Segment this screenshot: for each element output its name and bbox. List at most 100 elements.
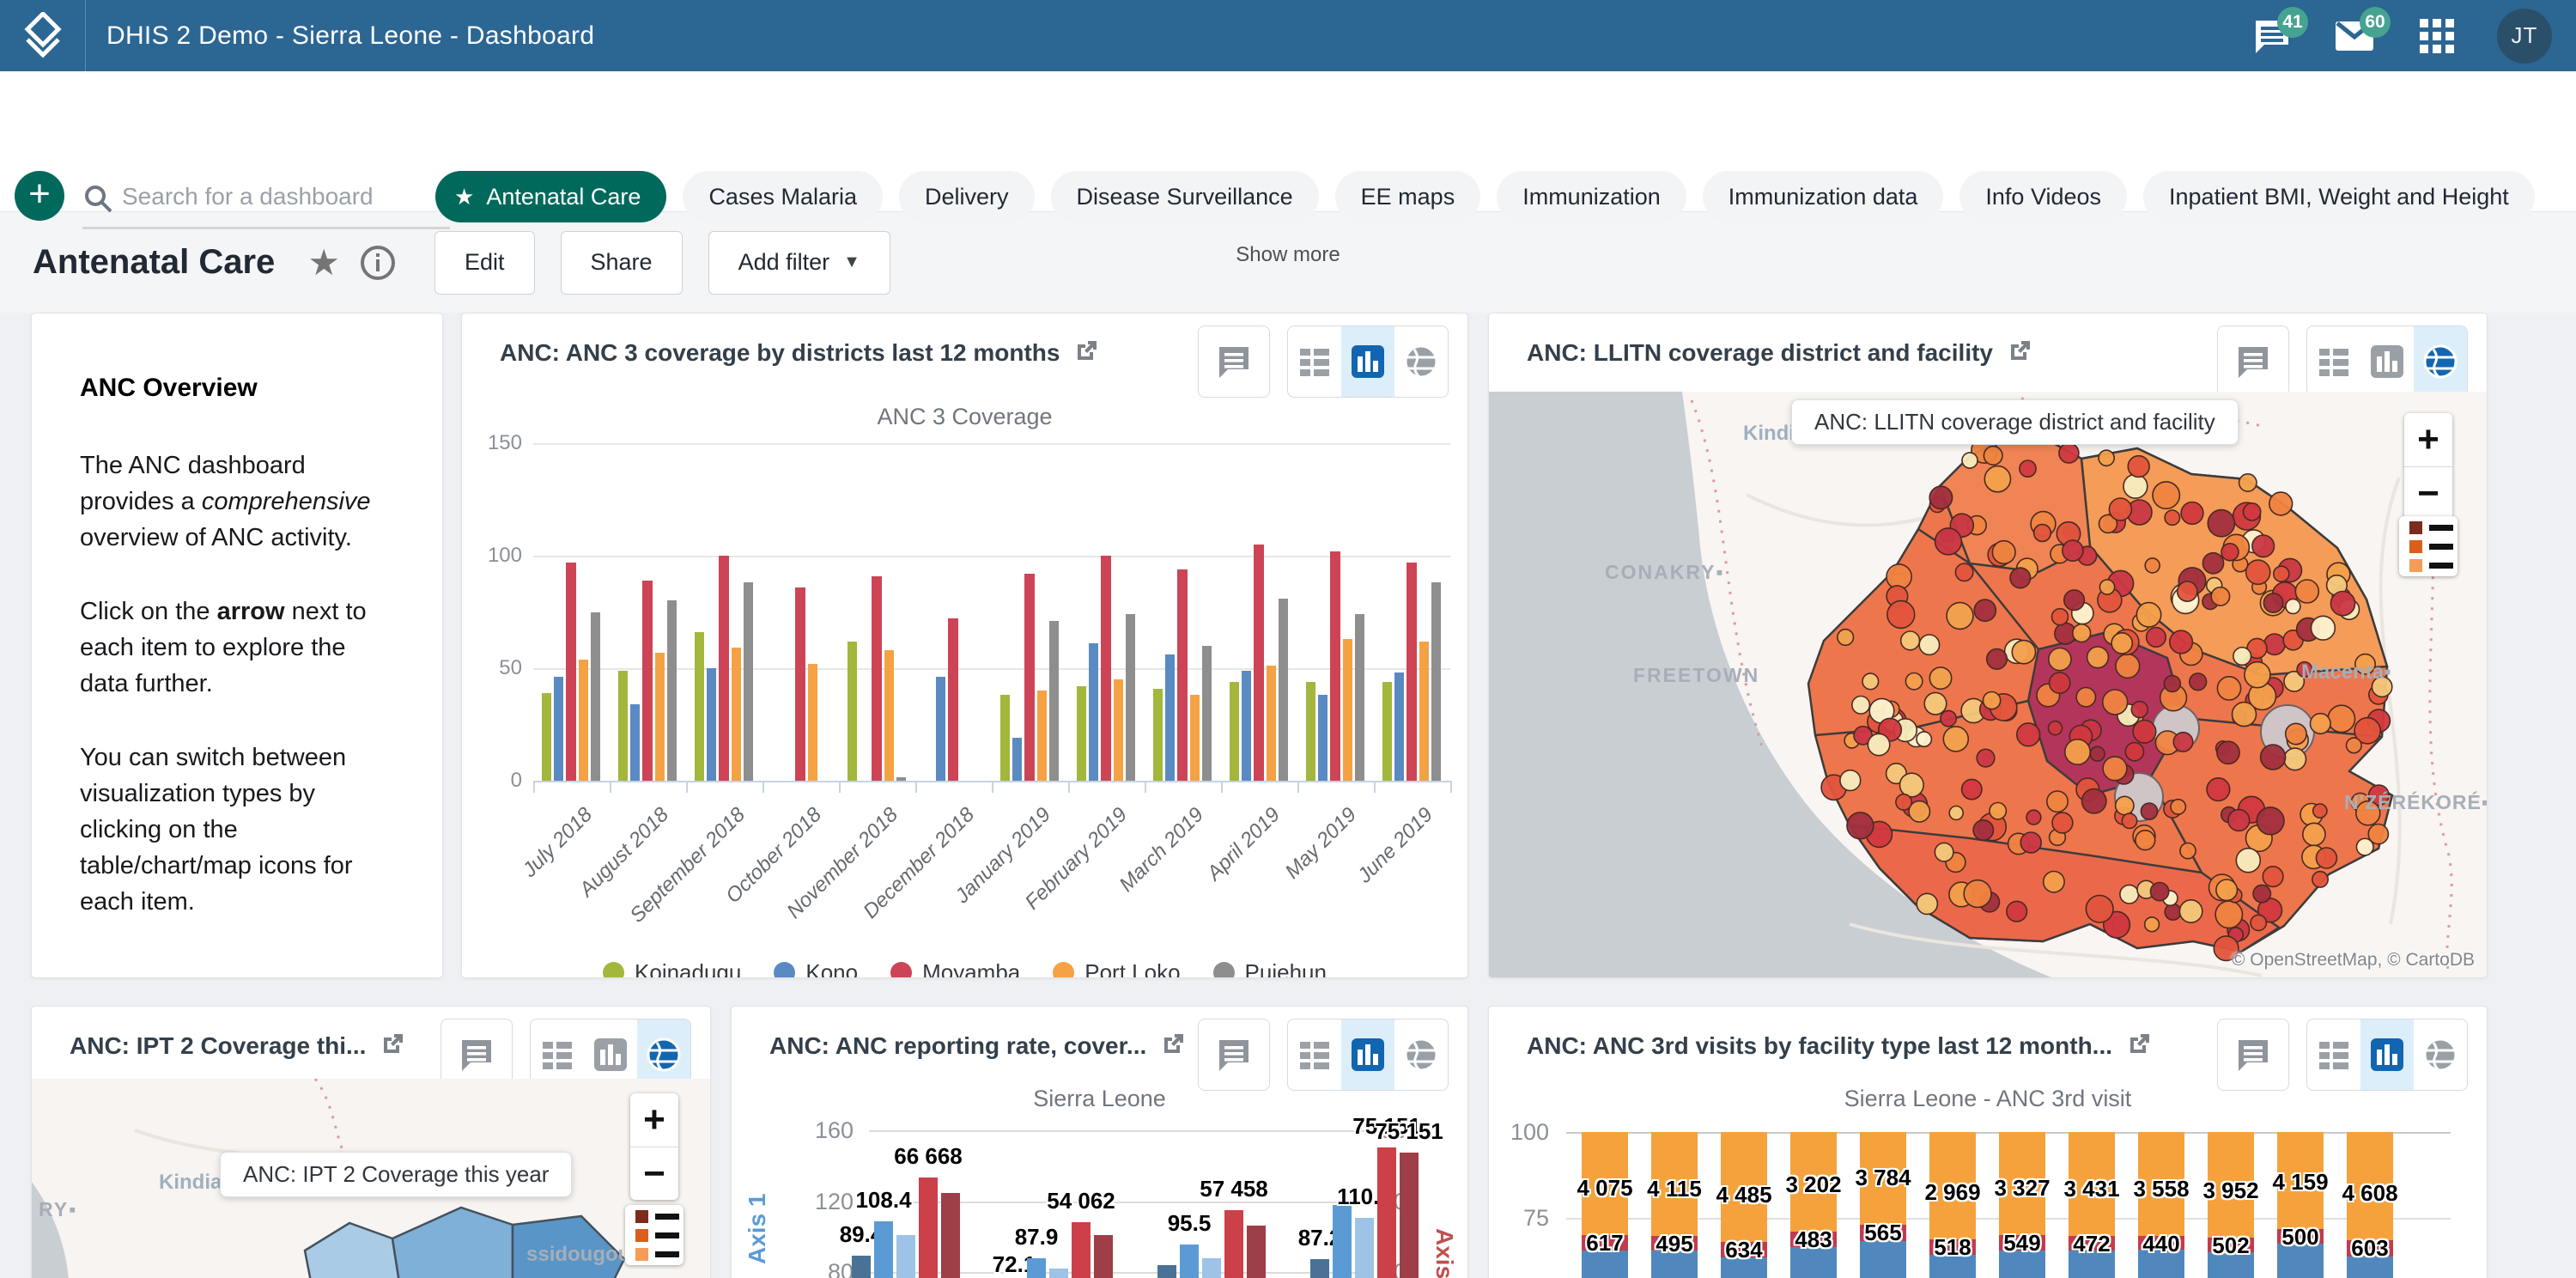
stack-bottom-segment[interactable] [1860, 1241, 1906, 1278]
avatar[interactable]: JT [2497, 9, 2552, 64]
bar-koinadugu[interactable] [1000, 695, 1010, 781]
bar-series-5[interactable] [1247, 1226, 1266, 1278]
bar-series-3[interactable] [896, 1235, 915, 1278]
bar-port-loko[interactable] [1419, 642, 1429, 781]
table-view-button[interactable] [2307, 326, 2360, 397]
bar-port-loko[interactable] [732, 648, 741, 781]
bar-koinadugu[interactable] [542, 693, 551, 781]
bar-series-4[interactable] [1224, 1210, 1243, 1278]
bar-kono[interactable] [936, 677, 945, 781]
bar-series-4[interactable] [919, 1178, 938, 1278]
legend-item-port-loko[interactable]: Port Loko [1053, 959, 1180, 978]
bar-series-4[interactable] [1072, 1222, 1091, 1278]
dashboard-chip-disease-surveillance[interactable]: Disease Surveillance [1051, 171, 1319, 222]
new-dashboard-button[interactable]: + [15, 171, 64, 221]
zoom-out-button[interactable]: − [630, 1147, 678, 1200]
bar-moyamba[interactable] [948, 618, 957, 781]
dashboard-chip-immunization-data[interactable]: Immunization data [1703, 171, 1944, 222]
bar-series-5[interactable] [1094, 1235, 1113, 1278]
bar-moyamba[interactable] [1024, 574, 1034, 781]
comments-button[interactable] [2217, 326, 2289, 398]
bar-koinadugu[interactable] [1153, 689, 1163, 781]
bar-moyamba[interactable] [1254, 545, 1263, 781]
bar-pujehun[interactable] [667, 600, 677, 781]
legend-item-pujehun[interactable]: Pujehun [1213, 959, 1327, 978]
bar-koinadugu[interactable] [1382, 682, 1392, 781]
dashboard-chip-ee-maps[interactable]: EE maps [1335, 171, 1481, 222]
bar-series-2[interactable] [1027, 1258, 1046, 1278]
bar-koinadugu[interactable] [695, 632, 704, 781]
dashboard-chip-antenatal-care[interactable]: ★Antenatal Care [435, 171, 666, 222]
bar-port-loko[interactable] [655, 653, 665, 781]
bar-moyamba[interactable] [1406, 563, 1416, 781]
bar-port-loko[interactable] [884, 650, 894, 781]
zoom-in-button[interactable]: + [2404, 413, 2452, 466]
bar-pujehun[interactable] [1202, 646, 1212, 781]
bar-kono[interactable] [1394, 672, 1404, 781]
bar-series-2[interactable] [1333, 1205, 1352, 1278]
legend-item-kono[interactable]: Kono [774, 959, 858, 978]
bar-port-loko[interactable] [1343, 639, 1352, 781]
llitn-map-canvas[interactable]: CONAKRY▪Kissidougou▪FREETOWNKindia▪Macen… [1489, 392, 2488, 978]
dashboard-chip-inpatient-bmi-weight-and-height[interactable]: Inpatient BMI, Weight and Height [2143, 171, 2535, 222]
bar-moyamba[interactable] [872, 576, 881, 781]
map-legend-button[interactable] [2399, 516, 2458, 576]
zoom-in-button[interactable]: + [630, 1093, 678, 1147]
bar-moyamba[interactable] [1177, 569, 1187, 781]
bar-kono[interactable] [1165, 654, 1175, 781]
chart-view-button[interactable] [2360, 326, 2414, 397]
bar-series-3[interactable] [1355, 1218, 1374, 1278]
ipt2-map-canvas[interactable]: Kindia▪RY▪ssidougou▪ ANC: IPT 2 Coverage… [32, 1079, 711, 1278]
bar-series-5[interactable] [941, 1193, 960, 1278]
bar-pujehun[interactable] [896, 777, 906, 781]
open-in-app-icon[interactable] [2008, 339, 2032, 367]
bar-port-loko[interactable] [579, 660, 588, 781]
bar-koinadugu[interactable] [618, 671, 628, 781]
bar-kono[interactable] [1318, 695, 1327, 781]
bar-series-2[interactable] [874, 1221, 893, 1278]
bar-moyamba[interactable] [642, 581, 652, 781]
mail-icon[interactable]: 60 [2332, 14, 2377, 58]
zoom-out-button[interactable]: − [2404, 466, 2452, 520]
show-more-link[interactable]: Show more [0, 243, 2576, 267]
messages-icon[interactable]: 41 [2250, 14, 2294, 58]
bar-kono[interactable] [1242, 671, 1251, 781]
bar-series-5[interactable] [1400, 1153, 1419, 1278]
bar-kono[interactable] [1089, 643, 1098, 781]
bar-koinadugu[interactable] [848, 642, 857, 781]
bar-koinadugu[interactable] [1230, 682, 1239, 781]
dashboard-chip-cases-malaria[interactable]: Cases Malaria [683, 171, 883, 222]
bar-series-3[interactable] [1049, 1269, 1068, 1278]
bar-kono[interactable] [707, 668, 716, 781]
bar-kono[interactable] [1012, 738, 1022, 781]
bar-series-3[interactable] [1202, 1258, 1221, 1278]
legend-item-moyamba[interactable]: Moyamba [890, 959, 1020, 978]
dhis2-logo[interactable] [0, 0, 86, 71]
bar-koinadugu[interactable] [1077, 686, 1086, 781]
bar-pujehun[interactable] [1279, 599, 1288, 781]
bar-port-loko[interactable] [808, 664, 817, 781]
bar-pujehun[interactable] [591, 612, 600, 782]
apps-grid-icon[interactable] [2415, 14, 2459, 58]
bar-moyamba[interactable] [795, 587, 805, 781]
open-in-app-icon[interactable] [381, 1032, 404, 1060]
bar-pujehun[interactable] [1355, 614, 1364, 781]
dashboard-chip-immunization[interactable]: Immunization [1497, 171, 1686, 222]
bar-series-2[interactable] [1180, 1245, 1199, 1278]
bar-moyamba[interactable] [566, 563, 575, 781]
map-view-button[interactable] [2414, 326, 2467, 397]
bar-pujehun[interactable] [1431, 582, 1441, 781]
bar-series-1[interactable] [1157, 1265, 1176, 1278]
bar-port-loko[interactable] [1037, 691, 1047, 781]
bar-series-4[interactable] [1377, 1147, 1396, 1278]
bar-pujehun[interactable] [1049, 621, 1059, 781]
map-legend-button[interactable] [625, 1205, 683, 1265]
dashboard-search[interactable]: Search for a dashboard [82, 171, 450, 226]
bar-port-loko[interactable] [1267, 666, 1276, 781]
bar-series-1[interactable] [1310, 1259, 1329, 1278]
bar-moyamba[interactable] [719, 556, 728, 781]
bar-moyamba[interactable] [1101, 556, 1110, 781]
bar-port-loko[interactable] [1114, 679, 1123, 781]
bar-port-loko[interactable] [1190, 695, 1200, 781]
bar-pujehun[interactable] [744, 582, 753, 781]
